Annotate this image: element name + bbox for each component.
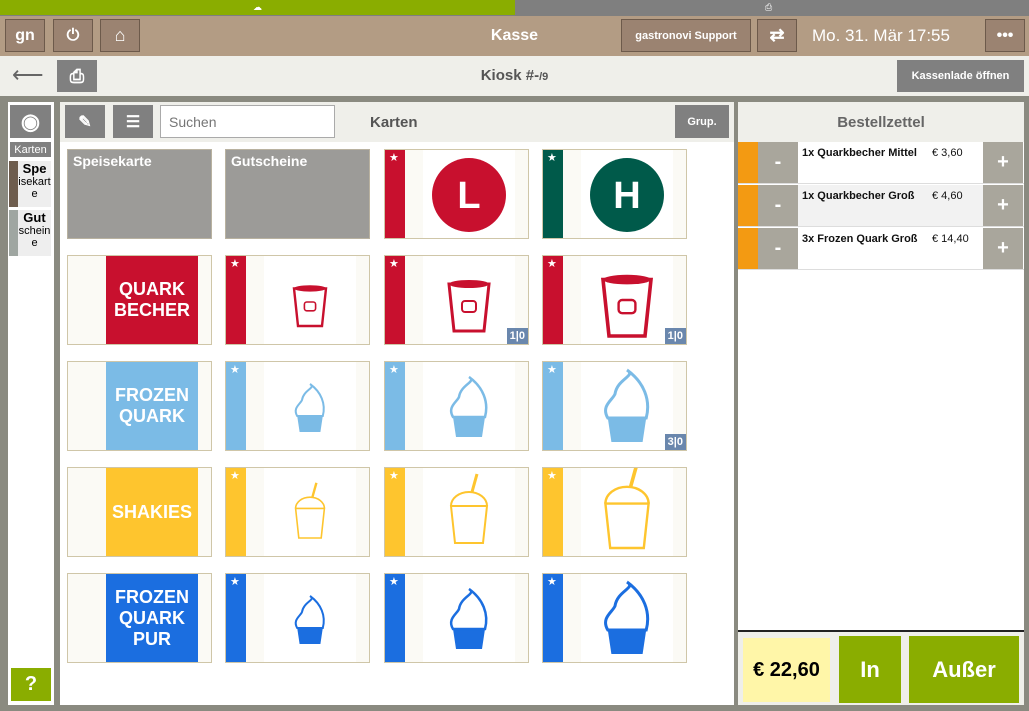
swap-arrows-icon: ⇄ <box>769 25 785 45</box>
star-icon: ★ <box>389 576 399 588</box>
product-tile[interactable]: ★ <box>542 467 687 557</box>
edit-button[interactable]: ✎ <box>65 105 105 138</box>
order-panel: Bestellzettel -1x Quarkbecher Mittel € 3,… <box>738 102 1024 705</box>
star-icon: ★ <box>547 470 557 482</box>
cup-product-icon <box>292 285 328 328</box>
section-label: Karten <box>10 142 51 157</box>
product-tile[interactable]: ★ H <box>542 149 687 239</box>
product-tile[interactable]: ★ 1|0 <box>542 255 687 345</box>
top-bar: gn ⏻ ⌂ Kasse gastronovi Support ⇄ Mo. 31… <box>0 16 1029 56</box>
stock-badge: 1|0 <box>506 328 528 344</box>
star-icon: ★ <box>547 576 557 588</box>
sidebar-item-gutscheine[interactable]: Gut scheine <box>9 210 51 256</box>
record-button[interactable]: ◉ <box>10 105 51 138</box>
brand-logo-icon: H <box>590 158 664 232</box>
datetime: Mo. 31. Mär 17:55 <box>812 26 950 45</box>
frozen-product-icon <box>449 375 488 437</box>
product-tile[interactable]: ★ L <box>384 149 529 239</box>
star-icon: ★ <box>389 258 399 270</box>
category-sidebar: ◉ Karten Spe isekarte Gut scheine ? <box>8 102 54 705</box>
brand-tile[interactable]: FROZEN QUARK PUR <box>67 573 212 663</box>
star-icon: ★ <box>389 152 399 164</box>
shake-product-icon <box>294 482 326 539</box>
order-title: Bestellzettel <box>738 102 1024 142</box>
product-tile[interactable]: ★ 3|0 <box>542 361 687 451</box>
order-item-name: 3x Frozen Quark Groß <box>802 233 918 245</box>
support-button[interactable]: gastronovi Support <box>621 19 751 52</box>
product-tile[interactable]: ★ <box>384 573 529 663</box>
brand-logo-icon: L <box>432 158 506 232</box>
circle-icon: ◉ <box>20 108 41 134</box>
shake-product-icon <box>604 468 650 550</box>
increase-button[interactable]: + <box>983 185 1023 226</box>
product-tile[interactable]: ★ <box>225 573 370 663</box>
product-tile[interactable]: ★ <box>225 361 370 451</box>
more-button[interactable]: ••• <box>985 19 1025 52</box>
brand-tile[interactable]: QUARK BECHER <box>67 255 212 345</box>
frozen-product-icon <box>294 383 325 432</box>
product-panel: ✎ ☰ Karten Grup. SpeisekarteGutscheine★L… <box>60 102 734 705</box>
order-item-price: € 14,40 <box>932 233 969 245</box>
pencil-icon: ✎ <box>78 113 92 131</box>
star-icon: ★ <box>547 364 557 376</box>
star-icon: ★ <box>547 258 557 270</box>
status-bar: ☁ ⎙ <box>0 0 1029 16</box>
switch-button[interactable]: ⇄ <box>757 19 797 52</box>
order-item-name: 1x Quarkbecher Mittel <box>802 147 917 159</box>
product-tile[interactable]: ★ <box>225 255 370 345</box>
decrease-button[interactable]: - <box>758 228 798 269</box>
open-cash-drawer-button[interactable]: Kassenlade öffnen <box>897 60 1024 92</box>
stock-badge: 1|0 <box>664 328 686 344</box>
help-button[interactable]: ? <box>11 668 51 701</box>
brand-tile[interactable]: FROZEN QUARK <box>67 361 212 451</box>
printer-status-icon: ⎙ <box>765 2 773 12</box>
product-tile[interactable]: ★ <box>384 467 529 557</box>
decrease-button[interactable]: - <box>758 185 798 226</box>
star-icon: ★ <box>230 258 240 270</box>
order-item-price: € 4,60 <box>932 190 963 202</box>
stock-badge: 3|0 <box>664 434 686 450</box>
product-tile[interactable]: ★ <box>542 573 687 663</box>
star-icon: ★ <box>230 364 240 376</box>
product-tile[interactable]: ★ 1|0 <box>384 255 529 345</box>
pur-product-icon <box>294 595 325 644</box>
increase-button[interactable]: + <box>983 142 1023 183</box>
decrease-button[interactable]: - <box>758 142 798 183</box>
product-tile[interactable]: ★ <box>384 361 529 451</box>
pur-product-icon <box>449 587 488 649</box>
order-line[interactable]: -1x Quarkbecher Mittel € 3,60 + <box>738 142 1024 184</box>
list-button[interactable]: ☰ <box>113 105 153 138</box>
brand-tile[interactable]: SHAKIES <box>67 467 212 557</box>
cloud-icon: ☁ <box>253 2 262 12</box>
sub-bar: ⟵ ⎙ Kiosk #-/9 Kassenlade öffnen <box>0 56 1029 96</box>
star-icon: ★ <box>547 152 557 164</box>
product-tile[interactable]: ★ <box>225 467 370 557</box>
kiosk-title: Kiosk #-/9 <box>480 67 549 84</box>
order-item-price: € 3,60 <box>932 147 963 159</box>
svg-text:H: H <box>613 175 640 217</box>
star-icon: ★ <box>389 364 399 376</box>
category-tile[interactable]: Speisekarte <box>67 149 212 239</box>
category-tile[interactable]: Gutscheine <box>225 149 370 239</box>
star-icon: ★ <box>230 470 240 482</box>
in-house-button[interactable]: In <box>839 636 901 703</box>
more-icon: ••• <box>996 26 1014 44</box>
order-line[interactable]: -1x Quarkbecher Groß € 4,60 + <box>738 185 1024 227</box>
pur-product-icon <box>604 580 650 654</box>
order-item-name: 1x Quarkbecher Groß <box>802 190 915 202</box>
order-line[interactable]: -3x Frozen Quark Groß € 14,40 + <box>738 228 1024 270</box>
shake-product-icon <box>449 473 489 544</box>
sidebar-item-speisekarte[interactable]: Spe isekarte <box>9 161 51 207</box>
group-button[interactable]: Grup. <box>675 105 729 138</box>
takeaway-button[interactable]: Außer <box>909 636 1019 703</box>
document-icon: ☰ <box>125 113 141 131</box>
star-icon: ★ <box>230 576 240 588</box>
star-icon: ★ <box>389 470 399 482</box>
panel-title: Karten <box>370 114 418 131</box>
svg-text:L: L <box>457 175 480 217</box>
search-input[interactable] <box>160 105 335 138</box>
increase-button[interactable]: + <box>983 228 1023 269</box>
order-total: € 22,60 <box>743 638 830 702</box>
